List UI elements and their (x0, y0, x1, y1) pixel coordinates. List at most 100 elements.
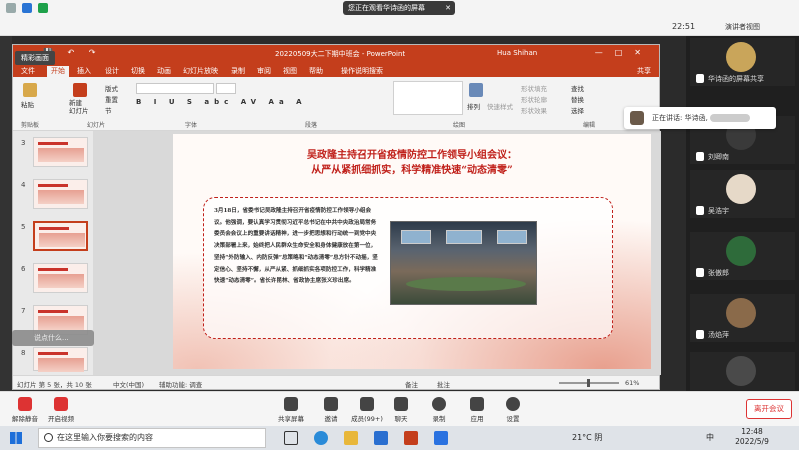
thumb-number: 8 (21, 349, 26, 357)
slide-info: 幻灯片 第 5 张，共 10 张 (17, 381, 92, 389)
mic-icon (696, 74, 704, 83)
participant-tile[interactable]: 张傲郎 (690, 232, 795, 280)
shape-outline-button[interactable]: 形状轮廓 (521, 94, 547, 104)
participant-tile[interactable]: 华诗函的屏幕共享 (690, 38, 795, 86)
section-button[interactable]: 节 (105, 105, 112, 115)
meeting-top-bar: 您正在观看华诗函的屏幕 ✕ (0, 0, 799, 18)
thumb-number: 3 (21, 139, 26, 147)
presenter-view-button[interactable]: 演讲者视图 (713, 20, 760, 34)
tab-help[interactable]: 帮助 (309, 66, 323, 76)
participant-tile[interactable]: 吴浩宇 (690, 170, 795, 218)
ribbon-tabs: 文件 开始 插入 设计 切换 动画 幻灯片放映 录制 审阅 视图 帮助 操作说明… (13, 63, 659, 77)
shapes-gallery[interactable] (393, 81, 463, 115)
meeting-app-icon[interactable] (434, 431, 448, 445)
accessibility[interactable]: 辅助功能: 调查 (159, 379, 202, 389)
taskbar-search[interactable]: 在这里输入你要搜索的内容 (38, 428, 266, 448)
participant-tile[interactable] (690, 352, 795, 390)
language: 中文(中国) (113, 381, 145, 389)
tab-review[interactable]: 审阅 (257, 66, 271, 76)
search-placeholder: 在这里输入你要搜索的内容 (57, 433, 153, 442)
slide-thumbnail[interactable] (33, 179, 88, 209)
user-name[interactable]: Hua Shihan (497, 49, 537, 57)
font-size-select[interactable] (216, 83, 236, 94)
shape-fill-button[interactable]: 形状填充 (521, 83, 547, 93)
participant-tile[interactable]: 汤焰萍 (690, 294, 795, 342)
avatar (726, 236, 756, 266)
new-slide-button[interactable]: 新建 幻灯片 (69, 99, 93, 115)
group-font: 字体 (185, 122, 198, 129)
search-icon (44, 433, 53, 442)
group-clipboard: 剪贴板 (21, 122, 40, 129)
share-screen-icon (284, 397, 298, 411)
replace-button[interactable]: 替换 (571, 94, 584, 104)
chat-input-hint[interactable]: 说点什么... (12, 330, 94, 346)
slide-thumbnail[interactable] (33, 263, 88, 293)
comments-button[interactable]: 批注 (437, 379, 450, 389)
slide-body-text[interactable]: 3月18日，省委书记吴政隆主持召开省疫情防控工作领导小组会议。他强调，要认真学习… (214, 206, 381, 288)
layout-button[interactable]: 版式 (105, 83, 118, 93)
font-format-row[interactable]: B I U S abc AV Aa A (136, 98, 307, 106)
tab-home[interactable]: 开始 (47, 66, 69, 77)
video-button[interactable]: 开启视频 (36, 392, 86, 427)
slide-title-line1[interactable]: 吴政隆主持召开省疫情防控工作领导小组会议： (173, 146, 651, 161)
paste-button[interactable]: 粘贴 (21, 99, 34, 109)
windows-start-icon[interactable] (10, 432, 22, 444)
tab-insert[interactable]: 插入 (77, 66, 91, 76)
window-controls[interactable]: —□✕ (595, 48, 653, 57)
shape-effects-button[interactable]: 形状效果 (521, 105, 547, 115)
zoom-level[interactable]: 61% (625, 379, 639, 387)
slide-thumbnail-selected[interactable] (33, 221, 88, 251)
status-bar: 幻灯片 第 5 张，共 10 张 中文(中国) 辅助功能: 调查 备注 批注 6… (13, 375, 659, 389)
find-button[interactable]: 查找 (571, 83, 584, 93)
close-icon[interactable]: ✕ (445, 1, 451, 15)
powerpoint-window: 精彩画面 💾 ↶ ↷ 20220509大二下期中班会 - PowerPoint … (12, 44, 661, 390)
slide-content-box[interactable]: 3月18日，省委书记吴政隆主持召开省疫情防控工作领导小组会议。他强调，要认真学习… (203, 197, 613, 339)
cortana-icon[interactable] (284, 431, 298, 445)
clock[interactable]: 12:48 2022/5/9 (728, 427, 776, 447)
title-bar: 💾 ↶ ↷ 20220509大二下期中班会 - PowerPoint Hua S… (13, 45, 659, 63)
group-slides: 幻灯片 (87, 122, 106, 129)
share-view-button[interactable]: 精彩画面 (15, 51, 55, 65)
quick-styles-button[interactable]: 快速样式 (487, 101, 513, 111)
photo-screen (401, 230, 431, 244)
meeting-photo[interactable] (390, 221, 537, 305)
tab-record[interactable]: 录制 (231, 66, 245, 76)
video-label: 开启视频 (48, 415, 74, 423)
tab-design[interactable]: 设计 (105, 66, 119, 76)
app-icon (6, 3, 16, 13)
leave-meeting-button[interactable]: 离开会议 (746, 399, 792, 419)
edge-icon[interactable] (314, 431, 328, 445)
tab-slideshow[interactable]: 幻灯片放映 (183, 66, 218, 76)
tab-animations[interactable]: 动画 (157, 66, 171, 76)
mail-icon[interactable] (374, 431, 388, 445)
arrange-button[interactable]: 排列 (467, 101, 480, 111)
settings-button[interactable]: 设置 (488, 392, 538, 427)
notes-button[interactable]: 备注 (405, 379, 418, 389)
arrange-icon[interactable] (469, 83, 483, 97)
thumb-number: 5 (21, 223, 26, 231)
powerpoint-icon[interactable] (404, 431, 418, 445)
slide-thumbnail[interactable] (33, 347, 88, 372)
share-button[interactable]: 共享 (637, 66, 651, 76)
input-method[interactable]: 中 (706, 432, 714, 443)
tab-view[interactable]: 视图 (283, 66, 297, 76)
tab-transitions[interactable]: 切换 (131, 66, 145, 76)
new-slide-icon[interactable] (73, 83, 87, 97)
paste-icon[interactable] (23, 83, 37, 97)
slide-title-line2[interactable]: 从严从紧抓细抓实，科学精准快速“动态清零” (173, 161, 651, 176)
photo-screen (497, 230, 527, 244)
thumb-number: 6 (21, 265, 26, 273)
reset-button[interactable]: 重置 (105, 94, 118, 104)
signal-icon (38, 3, 48, 13)
select-button[interactable]: 选择 (571, 105, 584, 115)
font-name-select[interactable] (136, 83, 214, 94)
ribbon: 粘贴 剪贴板 新建 幻灯片 版式 重置 节 幻灯片 B I U S abc AV… (13, 77, 659, 131)
tab-file[interactable]: 文件 (21, 66, 35, 76)
zoom-slider[interactable] (559, 379, 619, 387)
current-slide[interactable]: 吴政隆主持召开省疫情防控工作领导小组会议： 从严从紧抓细抓实，科学精准快速“动态… (173, 134, 651, 369)
slide-thumbnail[interactable] (33, 137, 88, 167)
tell-me-search[interactable]: 操作说明搜索 (341, 66, 383, 76)
folder-icon[interactable] (344, 431, 358, 445)
weather-widget[interactable]: 21°C 阴 (572, 432, 602, 443)
thumb-number: 4 (21, 181, 26, 189)
